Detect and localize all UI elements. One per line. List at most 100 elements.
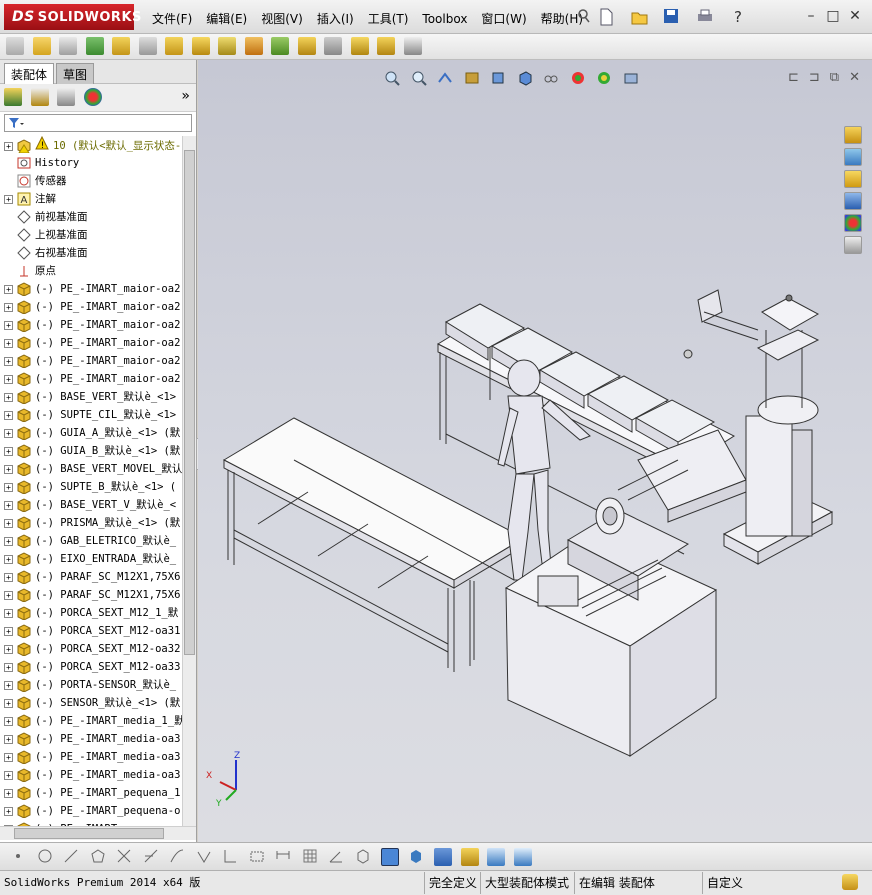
move-component-icon[interactable] (138, 37, 157, 55)
custom-properties-icon[interactable] (844, 236, 862, 254)
design-library-icon[interactable] (844, 148, 862, 166)
expand-toggle-icon[interactable]: + (4, 788, 13, 798)
solidworks-logo[interactable]: DS SOLIDWORKS (4, 4, 141, 30)
expand-toggle-icon[interactable]: + (4, 302, 13, 312)
tree-item[interactable]: + (-) GUIA_B_默认è_<1> (默 (0, 442, 182, 460)
tree-item[interactable]: + (-) PE_-IMART_media_1_默 (0, 712, 182, 730)
tree-item[interactable]: + (-) SENSOR_默认è_<1> (默 (0, 694, 182, 712)
expand-toggle-icon[interactable]: + (4, 194, 13, 204)
menu-file[interactable]: 文件(F) (152, 12, 192, 26)
expand-toggle-icon[interactable]: + (4, 410, 13, 420)
tree-item[interactable]: + (-) PE_-IMART_maior-oa2 (0, 316, 182, 334)
expand-toggle-icon[interactable]: + (4, 482, 13, 492)
restore-icon[interactable]: □ (822, 8, 844, 24)
tree-item[interactable]: + (-) BASE_VERT_V_默认è_< (0, 496, 182, 514)
tree-item[interactable]: + (-) SUPTE_B_默认è_<1> ( (0, 478, 182, 496)
expand-toggle-icon[interactable]: + (4, 428, 13, 438)
show-hidden-icon[interactable] (165, 37, 183, 55)
trim-icon[interactable] (116, 848, 134, 866)
instant3d-icon[interactable] (403, 37, 422, 55)
bill-of-materials-icon[interactable] (271, 37, 289, 55)
status-help-icon[interactable] (842, 874, 858, 890)
insert-component-icon[interactable] (32, 37, 51, 55)
expand-toggle-icon[interactable]: + (4, 392, 13, 402)
menu-insert[interactable]: 插入(I) (317, 12, 354, 26)
tree-item[interactable]: + (-) PE_-IMART_pequena-o (0, 802, 182, 820)
menu-view[interactable]: 视图(V) (261, 12, 303, 26)
expand-toggle-icon[interactable]: + (4, 356, 13, 366)
feature-manager-icon[interactable] (4, 88, 22, 106)
point-icon[interactable] (10, 848, 28, 866)
tree-item[interactable]: + A 注解 (0, 190, 182, 208)
tree-item[interactable]: + (-) PORCA_SEXT_M12_1_默 (0, 604, 182, 622)
new-motion-study-icon[interactable] (244, 37, 263, 55)
expand-panel-icon[interactable]: » (181, 88, 190, 104)
expand-toggle-icon[interactable]: + (4, 141, 13, 151)
save-icon[interactable] (663, 8, 681, 26)
expand-toggle-icon[interactable]: + (4, 662, 13, 672)
expand-toggle-icon[interactable]: + (4, 680, 13, 690)
tree-item[interactable]: + (-) PORCA_SEXT_M12-oa32 (0, 640, 182, 658)
tree-item[interactable]: + (-) GUIA_A_默认è_<1> (默 (0, 424, 182, 442)
tree-item[interactable]: + (-) PARAF_SC_M12X1,75X6 (0, 586, 182, 604)
tree-item[interactable]: + (-) PE_-IMART_pequena_1 (0, 784, 182, 802)
expand-toggle-icon[interactable]: + (4, 608, 13, 618)
expand-toggle-icon[interactable]: + (4, 320, 13, 330)
expand-toggle-icon[interactable]: + (4, 770, 13, 780)
work-table[interactable] (222, 417, 526, 672)
offset-icon[interactable] (169, 848, 187, 866)
units-custom[interactable]: 自定义 (702, 872, 747, 894)
menu-tools[interactable]: 工具(T) (368, 12, 409, 26)
tree-item[interactable]: 上视基准面 (0, 226, 182, 244)
tree-item[interactable]: + (-) PE_-IMART_media-oa3 (0, 748, 182, 766)
tree-item[interactable]: + (-) GAB_ELETRICO_默认è_ (0, 532, 182, 550)
reference-geometry-icon[interactable] (218, 37, 236, 55)
property-manager-icon[interactable] (30, 88, 49, 106)
component-list-icon[interactable] (434, 848, 452, 866)
tree-root-assembly[interactable]: +! 10 (默认<默认_显示状态- (0, 136, 182, 154)
shaded-view-icon[interactable] (381, 848, 399, 866)
exploded-view-icon[interactable] (297, 37, 316, 55)
print-icon[interactable] (696, 8, 714, 26)
expand-toggle-icon[interactable]: + (4, 698, 13, 708)
expand-toggle-icon[interactable]: + (4, 284, 13, 294)
tree-item[interactable]: 右视基准面 (0, 244, 182, 262)
sketch-fillet-icon[interactable] (222, 848, 240, 866)
help-icon[interactable]: ? (734, 8, 752, 26)
tab-assembly[interactable]: 装配体 (4, 63, 55, 85)
expand-toggle-icon[interactable]: + (4, 590, 13, 600)
edit-component-icon[interactable] (460, 848, 479, 866)
expand-toggle-icon[interactable]: + (4, 338, 13, 348)
view-palette-icon[interactable] (844, 192, 862, 210)
minimize-icon[interactable]: – (800, 8, 822, 24)
expand-toggle-icon[interactable]: + (4, 734, 13, 744)
tree-item[interactable]: + (-) PRISMA_默认è_<1> (默 (0, 514, 182, 532)
tree-item[interactable]: + (-) SUPTE_CIL_默认è_<1> (0, 406, 182, 424)
tree-item[interactable]: History (0, 154, 182, 172)
assembly-icon[interactable] (6, 37, 24, 55)
display-manager-icon[interactable] (83, 88, 102, 106)
angle-icon[interactable] (328, 848, 346, 866)
tree-item[interactable]: + (-) PORTA-SENSOR_默认è_ (0, 676, 182, 694)
mirror-icon[interactable] (196, 848, 214, 866)
new-document-icon[interactable] (598, 8, 616, 26)
graphics-viewport[interactable]: ⊏ ⊐ ⧉ ✕ Z X Y (198, 60, 872, 842)
solidworks-resources-icon[interactable] (844, 126, 862, 144)
configuration-manager-icon[interactable] (57, 88, 75, 106)
tree-item[interactable]: + (-) EIXO_ENTRADA_默认è_ (0, 550, 182, 568)
linear-pattern-icon[interactable] (85, 37, 104, 55)
line-icon[interactable] (63, 848, 81, 866)
expand-toggle-icon[interactable]: + (4, 554, 13, 564)
expand-toggle-icon[interactable]: + (4, 374, 13, 384)
tree-horizontal-scrollbar[interactable] (0, 826, 196, 840)
tree-item[interactable]: + (-) PE_-IMART_maior-oa2 (0, 334, 182, 352)
menu-toolbox[interactable]: Toolbox (422, 12, 467, 26)
tree-item[interactable]: + (-) PE_-IMART_maior-oa2 (0, 298, 182, 316)
expand-toggle-icon[interactable]: + (4, 806, 13, 816)
3d-sketch-icon[interactable] (355, 848, 373, 866)
expand-toggle-icon[interactable]: + (4, 464, 13, 474)
tree-item[interactable]: + (-) PORCA_SEXT_M12-oa31 (0, 622, 182, 640)
tree-item[interactable]: 原点 (0, 262, 182, 280)
tree-item[interactable]: + (-) BASE_VERT_默认è_<1> (0, 388, 182, 406)
window-layout-icon[interactable] (487, 848, 505, 866)
